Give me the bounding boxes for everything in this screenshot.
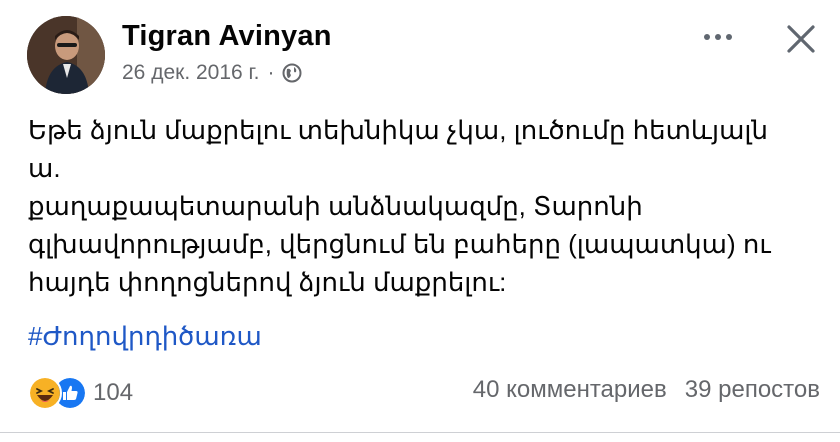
post-stats: 40 комментариев 39 репостов — [473, 376, 820, 404]
post-meta: 26 дек. 2016 г. · — [122, 61, 302, 85]
avatar-photo — [27, 16, 105, 94]
post-body-line: հայդե փողոցներով ձյուն մաքրելու: — [28, 267, 507, 297]
more-dot — [704, 34, 710, 40]
meta-separator: · — [267, 61, 275, 84]
reaction-count: 104 — [93, 379, 134, 406]
comments-count[interactable]: 40 комментариев — [473, 376, 667, 404]
close-icon[interactable] — [783, 21, 819, 57]
avatar[interactable] — [27, 16, 105, 94]
post-body-line: ա. — [28, 153, 61, 183]
more-options-icon[interactable] — [698, 22, 738, 52]
post-date[interactable]: 26 дек. 2016 г. — [122, 61, 259, 85]
more-dot — [726, 34, 732, 40]
haha-reaction-icon — [28, 376, 62, 410]
hashtag-link[interactable]: #Ժողովրդիծառա — [28, 321, 262, 352]
shares-count[interactable]: 39 репостов — [685, 376, 820, 404]
divider — [0, 432, 840, 433]
post-body-line: քաղաքապետարանի անձնակազմը, Տարոնի — [28, 191, 643, 221]
more-dot — [715, 34, 721, 40]
facebook-post: Tigran Avinyan 26 дек. 2016 г. · Եթե ձյո… — [0, 0, 840, 442]
post-body-line: գլխավորությամբ, վերցնում են բահերը (լապա… — [28, 229, 771, 259]
globe-icon[interactable] — [282, 63, 302, 83]
reactions-summary[interactable]: 104 — [28, 376, 133, 410]
post-body: Եթե ձյուն մաքրելու տեխնիկա չկա, լուծումը… — [28, 111, 818, 301]
author-name[interactable]: Tigran Avinyan — [122, 20, 332, 53]
post-body-line: Եթե ձյուն մաքրելու տեխնիկա չկա, լուծումը… — [28, 115, 768, 145]
